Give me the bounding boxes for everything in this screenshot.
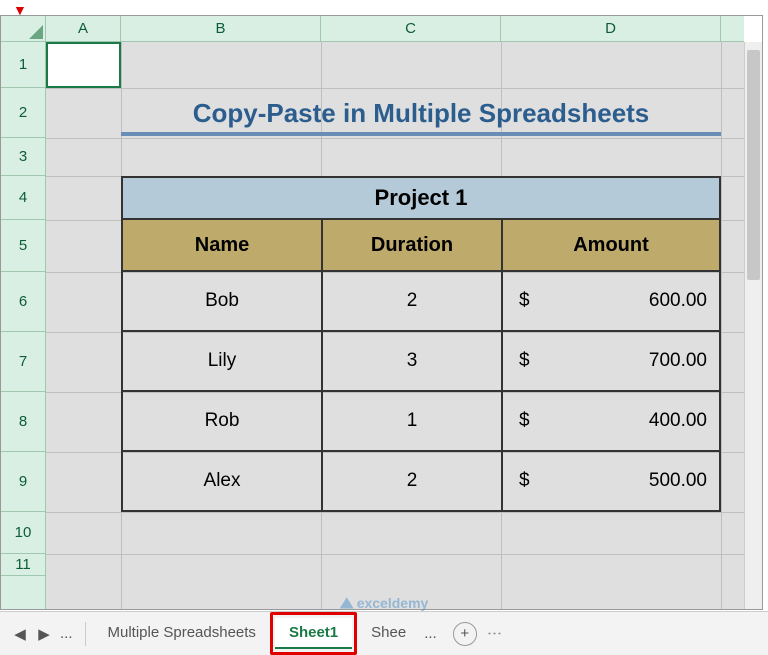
scrollbar-thumb[interactable] — [747, 50, 760, 280]
select-all-corner[interactable] — [1, 16, 46, 42]
table-header-row: Name Duration Amount — [121, 220, 721, 272]
amount-value: 600.00 — [649, 290, 707, 312]
gridline — [46, 512, 744, 513]
row-header-10[interactable]: 10 — [1, 512, 45, 554]
add-sheet-button[interactable]: + — [453, 622, 477, 646]
tab-next-button[interactable]: ▶ — [32, 622, 56, 646]
column-headers: A B C D — [46, 16, 744, 42]
cell-amount[interactable]: $600.00 — [501, 272, 721, 332]
cell-duration[interactable]: 2 — [321, 452, 501, 512]
table-row: Rob 1 $400.00 — [121, 392, 721, 452]
col-header-name: Name — [121, 220, 321, 272]
gridline — [46, 554, 744, 555]
annotation-arrow: ▼ — [13, 2, 27, 18]
vertical-scrollbar[interactable] — [744, 42, 762, 609]
sheet-tab-bar: ◀ ▶ ... Multiple Spreadsheets Sheet1 She… — [0, 611, 768, 655]
gridline — [721, 42, 722, 609]
column-header-C[interactable]: C — [321, 16, 501, 41]
active-cell-A1[interactable] — [46, 42, 121, 88]
row-header-9[interactable]: 9 — [1, 452, 45, 512]
cell-name[interactable]: Bob — [121, 272, 321, 332]
amount-value: 700.00 — [649, 350, 707, 372]
col-header-duration: Duration — [321, 220, 501, 272]
row-header-6[interactable]: 6 — [1, 272, 45, 332]
sheet-tab-truncated[interactable]: Shee — [357, 618, 420, 649]
cell-name[interactable]: Rob — [121, 392, 321, 452]
gridline — [46, 88, 744, 89]
sheet-tab-multiple-spreadsheets[interactable]: Multiple Spreadsheets — [94, 618, 270, 649]
cell-amount[interactable]: $700.00 — [501, 332, 721, 392]
table-title: Project 1 — [121, 176, 721, 220]
currency-symbol: $ — [519, 470, 530, 492]
gridline — [46, 138, 744, 139]
row-header-3[interactable]: 3 — [1, 138, 45, 176]
cell-grid[interactable]: Copy-Paste in Multiple Spreadsheets Proj… — [46, 42, 744, 609]
project-table: Project 1 Name Duration Amount Bob 2 $60… — [121, 176, 721, 512]
table-row: Alex 2 $500.00 — [121, 452, 721, 512]
plus-icon: + — [460, 625, 469, 642]
annotation-highlight: Sheet1 — [270, 612, 357, 655]
cell-name[interactable]: Alex — [121, 452, 321, 512]
row-header-4[interactable]: 4 — [1, 176, 45, 220]
column-header-D[interactable]: D — [501, 16, 721, 41]
column-header-B[interactable]: B — [121, 16, 321, 41]
sheet-tab-sheet1[interactable]: Sheet1 — [275, 618, 352, 649]
tab-prev-button[interactable]: ◀ — [8, 622, 32, 646]
table-row: Lily 3 $700.00 — [121, 332, 721, 392]
currency-symbol: $ — [519, 290, 530, 312]
amount-value: 500.00 — [649, 470, 707, 492]
spreadsheet-viewport: A B C D 1 2 3 4 5 6 7 8 9 10 11 Copy-Pas… — [0, 15, 763, 610]
row-header-1[interactable]: 1 — [1, 42, 45, 88]
cell-amount[interactable]: $500.00 — [501, 452, 721, 512]
cell-duration[interactable]: 3 — [321, 332, 501, 392]
row-header-5[interactable]: 5 — [1, 220, 45, 272]
row-header-2[interactable]: 2 — [1, 88, 45, 138]
row-header-11[interactable]: 11 — [1, 554, 45, 576]
currency-symbol: $ — [519, 410, 530, 432]
cell-duration[interactable]: 2 — [321, 272, 501, 332]
col-header-amount: Amount — [501, 220, 721, 272]
amount-value: 400.00 — [649, 410, 707, 432]
tab-overflow-right[interactable]: ... — [420, 625, 441, 642]
watermark-icon — [340, 597, 354, 611]
row-header-7[interactable]: 7 — [1, 332, 45, 392]
tab-options-button[interactable]: ⋮ — [486, 626, 504, 642]
row-header-8[interactable]: 8 — [1, 392, 45, 452]
currency-symbol: $ — [519, 350, 530, 372]
cell-duration[interactable]: 1 — [321, 392, 501, 452]
table-row: Bob 2 $600.00 — [121, 272, 721, 332]
row-headers: 1 2 3 4 5 6 7 8 9 10 11 — [1, 42, 46, 609]
cell-amount[interactable]: $400.00 — [501, 392, 721, 452]
column-header-A[interactable]: A — [46, 16, 121, 41]
watermark: exceldemy — [340, 595, 429, 611]
tab-separator — [85, 622, 86, 646]
cell-name[interactable]: Lily — [121, 332, 321, 392]
tab-overflow-left[interactable]: ... — [56, 625, 77, 642]
page-title: Copy-Paste in Multiple Spreadsheets — [121, 90, 721, 136]
